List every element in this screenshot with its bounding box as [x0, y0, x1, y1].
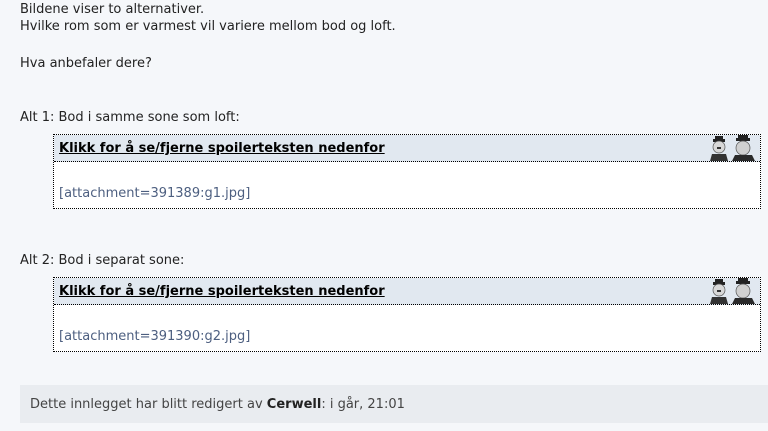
edit-note-text: Dette innlegget har blitt redigert av Ce… — [30, 397, 405, 412]
post-text-line: Bildene viser to alternativer. — [20, 2, 205, 17]
edit-note: Dette innlegget har blitt redigert av Ce… — [20, 385, 768, 423]
edit-note-suffix: : i går, 21:01 — [321, 397, 405, 412]
attachment-link[interactable]: [attachment=391389:g1.jpg] — [59, 186, 250, 201]
edit-note-user[interactable]: Cerwell — [267, 397, 322, 412]
spoiler-figures-icon — [708, 278, 760, 304]
spoiler-header[interactable]: Klikk for å se/fjerne spoilerteksten ned… — [54, 278, 760, 305]
alt1-label: Alt 1: Bod i samme sone som loft: — [20, 110, 240, 125]
spoiler-content: [attachment=391389:g1.jpg] — [54, 162, 760, 208]
spoiler-toggle-link[interactable]: Klikk for å se/fjerne spoilerteksten ned… — [59, 141, 385, 156]
post-text-line: Hvilke rom som er varmest vil variere me… — [20, 19, 396, 34]
spoiler-figures-icon — [708, 135, 760, 161]
post-page: { "post": { "lines": [ "Bildene viser to… — [0, 0, 768, 431]
edit-note-prefix: Dette innlegget har blitt redigert av — [30, 397, 263, 412]
post-text-line: Hva anbefaler dere? — [20, 56, 152, 71]
alt2-label: Alt 2: Bod i separat sone: — [20, 253, 185, 268]
spoiler-header[interactable]: Klikk for å se/fjerne spoilerteksten ned… — [54, 135, 760, 162]
spoiler-content: [attachment=391390:g2.jpg] — [54, 305, 760, 351]
attachment-link[interactable]: [attachment=391390:g2.jpg] — [59, 329, 250, 344]
spoiler-box-alt2: Klikk for å se/fjerne spoilerteksten ned… — [53, 277, 761, 352]
spoiler-box-alt1: Klikk for å se/fjerne spoilerteksten ned… — [53, 134, 761, 209]
spoiler-toggle-link[interactable]: Klikk for å se/fjerne spoilerteksten ned… — [59, 284, 385, 299]
